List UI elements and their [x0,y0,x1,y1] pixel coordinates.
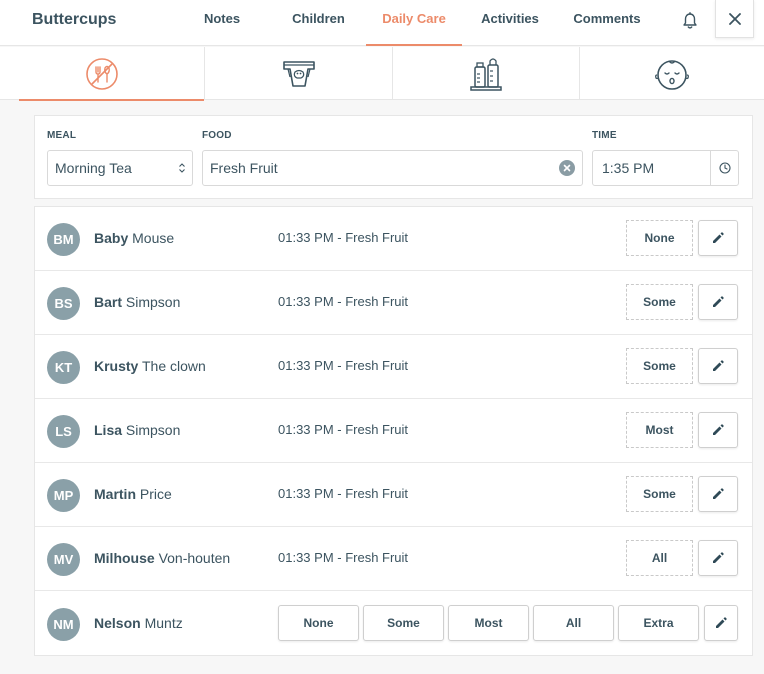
child-first-name: Lisa [94,422,123,438]
amount-tag[interactable]: Some [626,476,693,512]
child-name: Baby Mouse [94,230,174,246]
clock-icon[interactable] [710,151,738,185]
meal-icon [86,57,118,90]
child-name: Martin Price [94,486,172,502]
meal-select-value: Morning Tea [55,160,132,176]
child-first-name: Martin [94,486,136,502]
amount-option-some[interactable]: Some [363,605,444,641]
close-icon [728,12,741,25]
avatar: MV [47,543,80,576]
pencil-icon [713,424,724,435]
edit-button[interactable] [698,284,738,320]
amount-tag[interactable]: Most [626,412,693,448]
table-row: MV Milhouse Von-houten 01:33 PM - Fresh … [35,527,752,591]
time-input[interactable]: 1:35 PM [592,150,739,186]
edit-button[interactable] [698,476,738,512]
meal-entry-text: 01:33 PM - Fresh Fruit [278,422,409,437]
child-name: Nelson Muntz [94,615,183,631]
food-label: FOOD [202,130,232,141]
meal-entry-text: 01:33 PM - Fresh Fruit [278,294,409,309]
app-title: Buttercups [32,11,117,28]
child-last-name: The clown [142,358,206,374]
edit-button[interactable] [698,540,738,576]
time-input-value: 1:35 PM [602,160,655,176]
pencil-icon [713,360,724,371]
edit-button[interactable] [698,348,738,384]
tab-children[interactable]: Children [280,0,357,46]
avatar: BS [47,287,80,320]
child-last-name: Mouse [132,230,175,246]
sleep-face-icon [655,59,689,90]
meal-entry-text: 01:33 PM - Fresh Fruit [278,486,409,501]
meal-label: MEAL [47,130,77,141]
meal-entry-text: 01:33 PM - Fresh Fruit [278,550,409,565]
table-row: NM Nelson Muntz None Some Most All Extra [35,592,752,656]
child-name: Milhouse Von-houten [94,550,230,566]
pencil-icon [713,488,724,499]
child-name: Lisa Simpson [94,422,180,438]
child-name: Bart Simpson [94,294,180,310]
care-type-sleep[interactable] [580,47,764,100]
avatar: LS [47,415,80,448]
care-type-meals[interactable] [0,47,205,101]
care-type-nappy[interactable] [205,47,393,100]
bottles-icon [470,57,502,91]
amount-option-most[interactable]: Most [448,605,529,641]
tab-daily-care[interactable]: Daily Care [366,0,462,46]
child-first-name: Krusty [94,358,139,374]
nappy-icon [282,60,315,87]
clear-icon[interactable] [559,160,575,176]
avatar: KT [47,351,80,384]
table-row: MP Martin Price 01:33 PM - Fresh Fruit S… [35,463,752,527]
tab-activities[interactable]: Activities [472,0,548,46]
child-first-name: Nelson [94,615,141,631]
avatar: BM [47,223,80,256]
edit-button[interactable] [698,412,738,448]
edit-button[interactable] [704,605,738,641]
app-header: Buttercups Notes Children Daily Care Act… [0,0,764,46]
child-last-name: Von-houten [158,550,231,566]
tab-comments[interactable]: Comments [565,0,649,46]
bell-icon[interactable] [676,8,704,34]
meal-select[interactable]: Morning Tea [47,150,193,186]
amount-tag[interactable]: Some [626,284,693,320]
edit-button[interactable] [698,220,738,256]
pencil-icon [713,232,724,243]
amount-tag[interactable]: None [626,220,693,256]
child-name: Krusty The clown [94,358,206,374]
child-last-name: Simpson [125,422,181,438]
child-last-name: Price [139,486,172,502]
food-input[interactable]: Fresh Fruit [202,150,583,186]
amount-tag[interactable]: Some [626,348,693,384]
table-row: BS Bart Simpson 01:33 PM - Fresh Fruit S… [35,271,752,335]
amount-option-none[interactable]: None [278,605,359,641]
child-first-name: Milhouse [94,550,155,566]
pencil-icon [716,617,727,628]
child-last-name: Simpson [125,294,181,310]
table-row: KT Krusty The clown 01:33 PM - Fresh Fru… [35,335,752,399]
tab-notes[interactable]: Notes [190,0,254,46]
close-button[interactable] [715,0,754,38]
food-input-value: Fresh Fruit [210,160,278,176]
meal-entry-text: 01:33 PM - Fresh Fruit [278,230,409,245]
pencil-icon [713,296,724,307]
amount-option-extra[interactable]: Extra [618,605,699,641]
care-type-tabs [0,47,764,101]
select-arrows-icon [179,163,185,173]
amount-tag[interactable]: All [626,540,693,576]
avatar: NM [47,608,80,641]
avatar: MP [47,479,80,512]
table-row: BM Baby Mouse 01:33 PM - Fresh Fruit Non… [35,207,752,271]
child-last-name: Muntz [144,615,183,631]
amount-option-all[interactable]: All [533,605,614,641]
child-first-name: Bart [94,294,123,310]
meal-entry-text: 01:33 PM - Fresh Fruit [278,358,409,373]
time-label: TIME [592,130,617,141]
care-type-bottles[interactable] [393,47,580,100]
children-list: BM Baby Mouse 01:33 PM - Fresh Fruit Non… [34,206,753,656]
pencil-icon [713,552,724,563]
child-first-name: Baby [94,230,129,246]
meal-entry-form: MEAL Morning Tea FOOD Fresh Fruit TIME 1… [34,115,753,199]
table-row: LS Lisa Simpson 01:33 PM - Fresh Fruit M… [35,399,752,463]
